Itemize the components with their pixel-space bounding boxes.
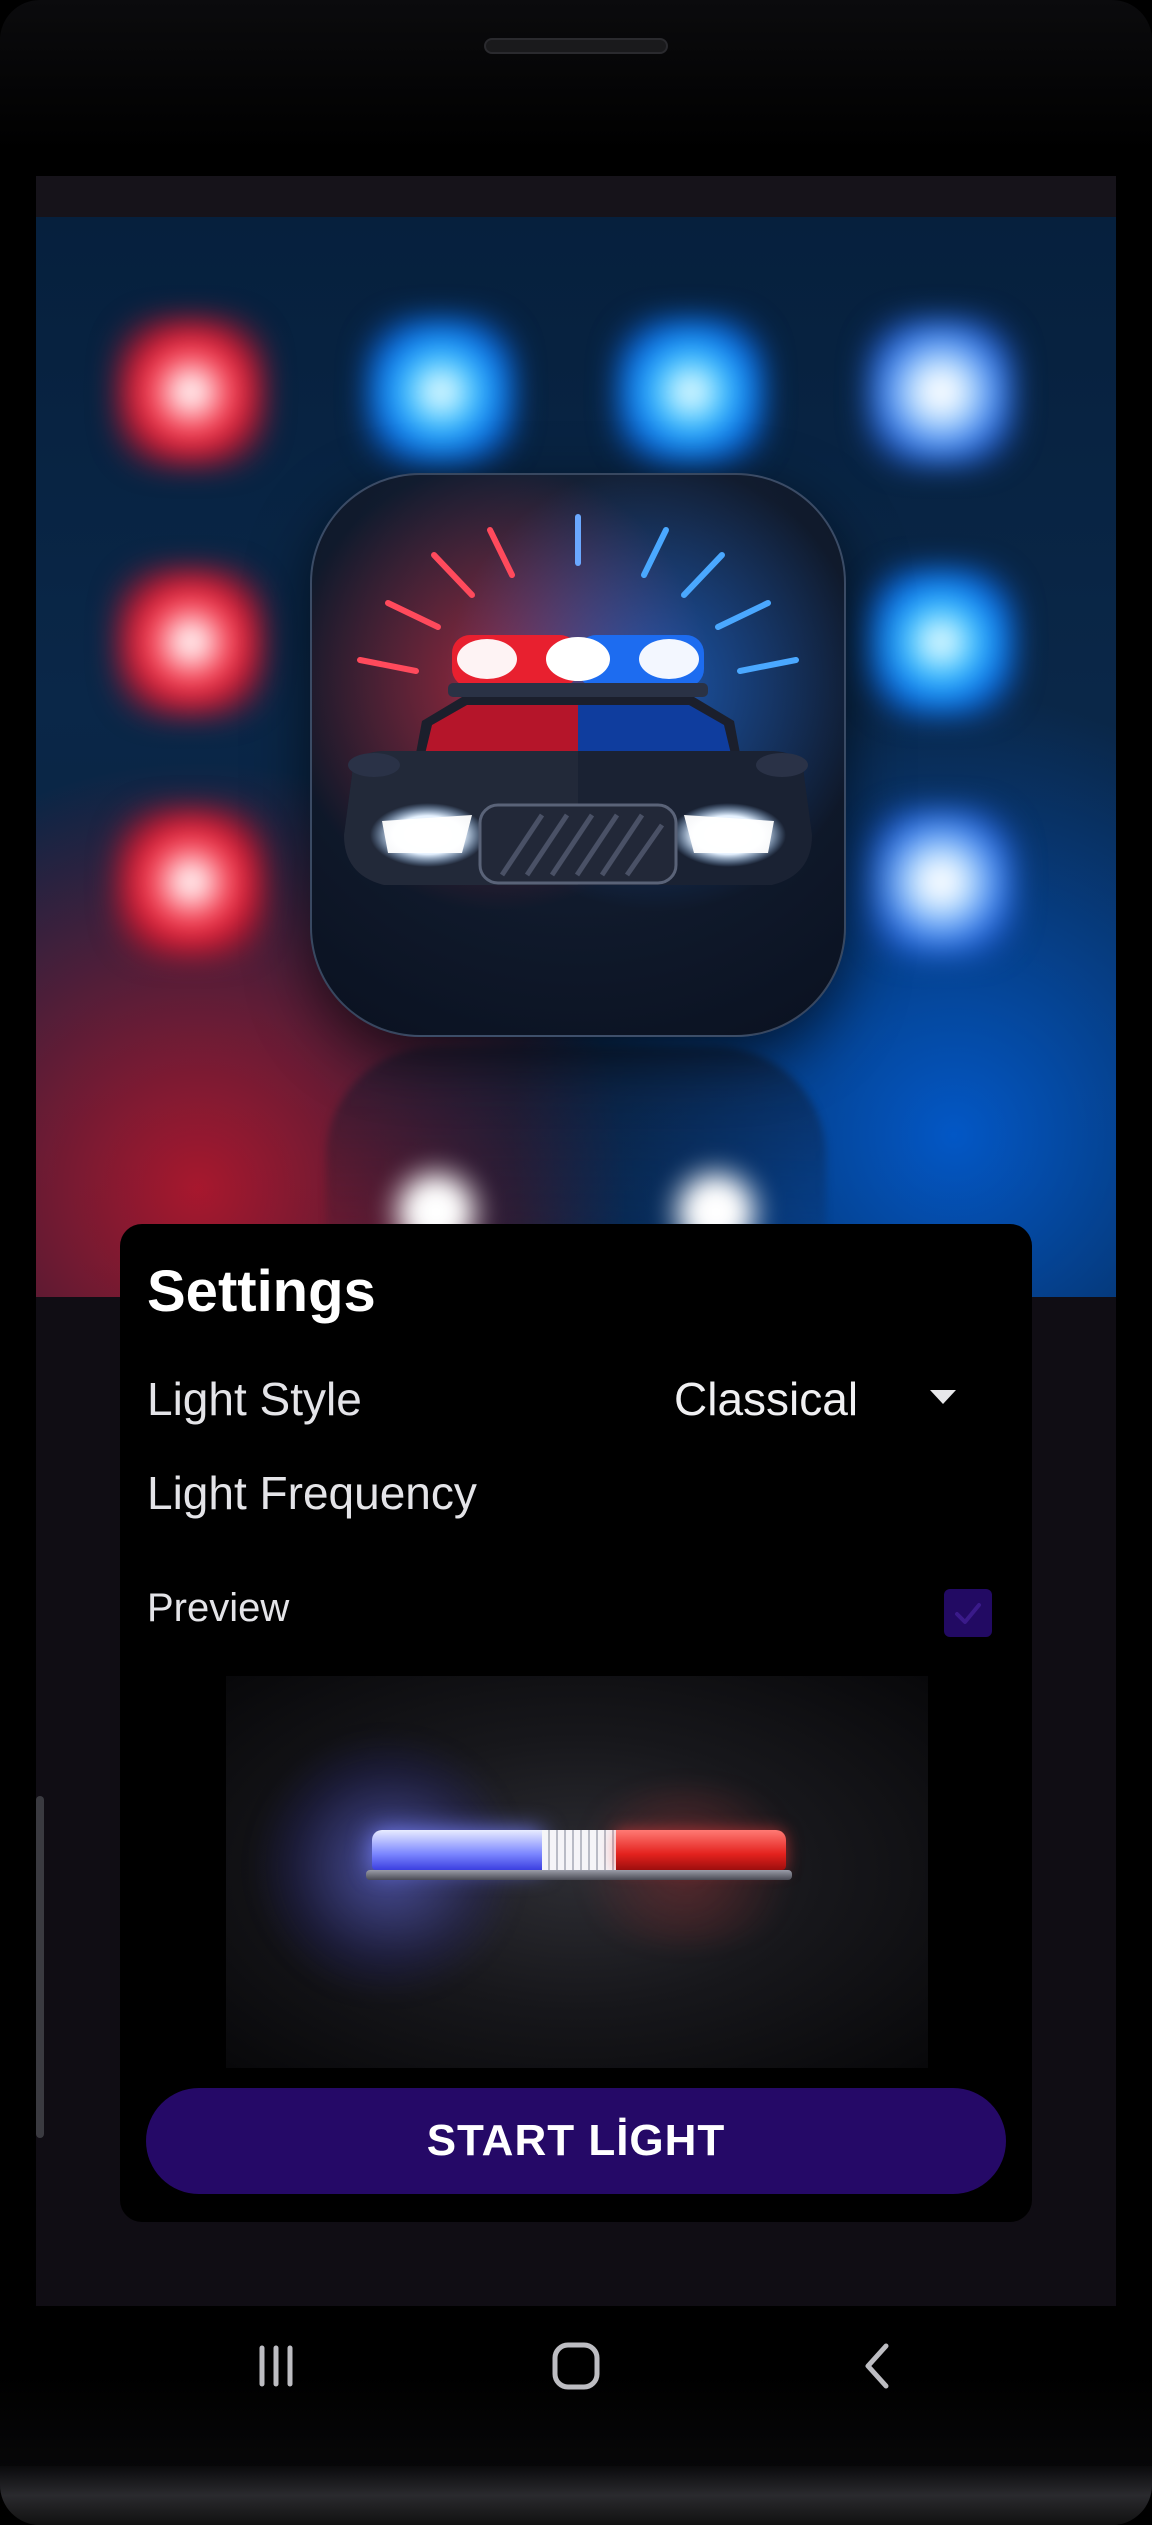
- blue-light-blob: [616, 317, 766, 467]
- lightbar-white-segment: [542, 1830, 616, 1870]
- back-button[interactable]: [828, 2326, 928, 2406]
- navigation-bar: [0, 2306, 1152, 2426]
- light-style-label: Light Style: [147, 1373, 362, 1425]
- red-light-blob: [116, 317, 266, 467]
- lightbar-base: [366, 1870, 792, 1880]
- blue-light-blob: [866, 567, 1016, 717]
- recents-icon: [259, 2345, 293, 2387]
- hero-background: [36, 217, 1116, 1297]
- light-style-value[interactable]: Classical: [674, 1372, 858, 1426]
- light-preview-image: [226, 1676, 928, 2068]
- light-frequency-label: Light Frequency: [147, 1467, 477, 1519]
- checkbox-check-icon: [955, 1603, 981, 1624]
- home-icon: [552, 2342, 600, 2390]
- phone-frame: Settings Light Style Classical Light Fre…: [0, 0, 1152, 2525]
- home-button[interactable]: [526, 2326, 626, 2406]
- settings-title: Settings: [147, 1259, 376, 1324]
- phone-bottom-bezel: [0, 2466, 1152, 2525]
- earpiece-speaker: [484, 38, 668, 54]
- lightbar-blue-segment: [372, 1830, 542, 1870]
- blue-light-blob: [866, 317, 1016, 467]
- light-frequency-slider[interactable]: [147, 1524, 1005, 1594]
- police-car-app-icon: [310, 473, 846, 1037]
- police-car-illustration: [312, 475, 844, 1035]
- police-lightbar: [366, 1830, 792, 1886]
- blue-light-blob: [366, 317, 516, 467]
- status-bar: [36, 176, 1116, 217]
- red-light-blob: [116, 567, 266, 717]
- start-light-button[interactable]: START LİGHT: [146, 2088, 1006, 2194]
- preview-label: Preview: [147, 1586, 290, 1630]
- recents-button[interactable]: [226, 2326, 326, 2406]
- settings-card: Settings Light Style Classical Light Fre…: [120, 1224, 1032, 2222]
- back-icon: [865, 2343, 889, 2389]
- blue-light-blob: [866, 807, 1016, 957]
- dropdown-arrow-icon[interactable]: [930, 1390, 956, 1404]
- lightbar-red-segment: [616, 1830, 786, 1870]
- side-scroll-handle[interactable]: [36, 1796, 44, 2138]
- preview-checkbox[interactable]: [944, 1589, 992, 1637]
- red-light-blob: [116, 807, 266, 957]
- app-screen: Settings Light Style Classical Light Fre…: [36, 176, 1116, 2306]
